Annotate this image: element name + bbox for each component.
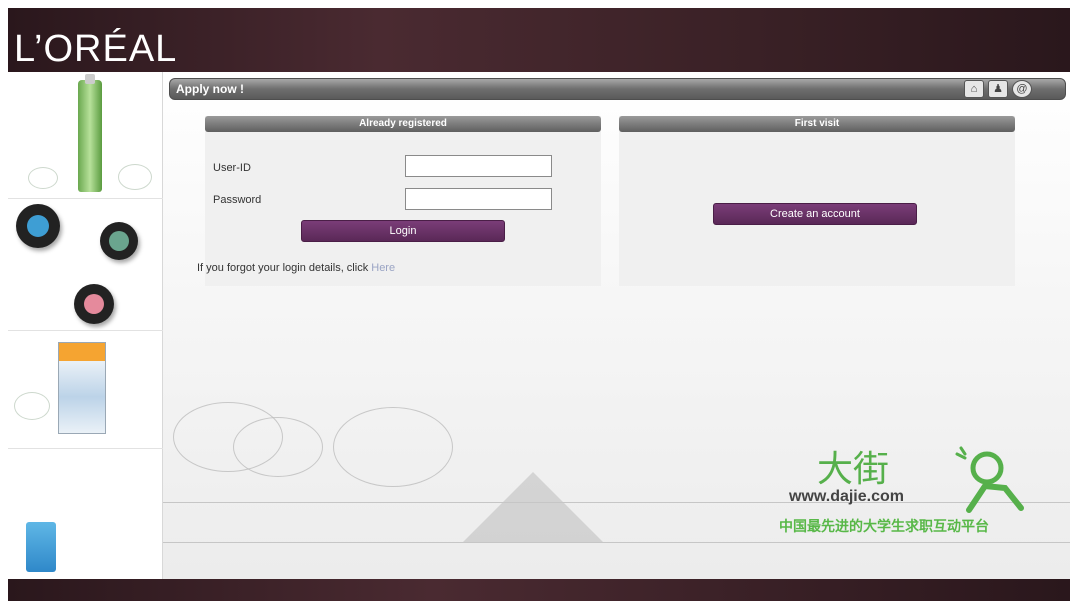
watermark-url: www.dajie.com (789, 488, 904, 505)
sketch-decoration (118, 164, 152, 190)
user-id-label: User-ID (213, 162, 251, 174)
at-icon[interactable]: @ (1012, 80, 1032, 98)
create-account-button[interactable]: Create an account (713, 203, 917, 225)
password-input[interactable] (405, 188, 552, 210)
sidebar-divider (8, 198, 163, 199)
already-registered-panel: Already registered User-ID Password Logi… (197, 116, 601, 286)
home-icon[interactable]: ⌂ (964, 80, 984, 98)
green-eyeshadow-image (100, 222, 138, 260)
product-sidebar (8, 72, 163, 579)
user-id-input[interactable] (405, 155, 552, 177)
user-icon[interactable]: ♟ (988, 80, 1008, 98)
login-button[interactable]: Login (301, 220, 505, 242)
main-content: Apply now ! ⌂ ♟ @ Already registered Use… (163, 72, 1070, 579)
forgot-login-link[interactable]: Here (371, 262, 395, 274)
dajie-watermark: 大街 www.dajie.com 中国最先进的大学生求职互动平台 (779, 440, 1069, 550)
app-frame: L’ORÉAL Apply now ! ⌂ ♟ @ Already regist… (0, 0, 1071, 601)
watermark-cn-title: 大街 (817, 449, 890, 490)
sketch-decoration (28, 167, 58, 189)
password-label: Password (213, 194, 262, 206)
pink-blush-image (74, 284, 114, 324)
page-title: Apply now ! (176, 82, 244, 96)
men-expert-jar-image (58, 342, 106, 434)
cleansing-oil-bottle-image (78, 74, 102, 192)
sidebar-divider (8, 448, 163, 449)
watermark-slogan: 中国最先进的大学生求职互动平台 (779, 519, 989, 535)
perfume-bottle-image (26, 522, 56, 572)
first-visit-heading: First visit (619, 116, 1015, 132)
sketch-decoration (14, 392, 50, 420)
brand-bar: L’ORÉAL (8, 8, 1070, 72)
background-tent-sketch (463, 472, 603, 542)
forgot-login-text: If you forgot your login details, click … (197, 262, 395, 274)
background-tree-sketch (333, 407, 453, 487)
background-tree-sketch (233, 417, 323, 477)
footer-bar (8, 579, 1070, 601)
first-visit-panel: First visit Create an account (619, 116, 1015, 286)
already-registered-heading: Already registered (205, 116, 601, 132)
loreal-logo: L’ORÉAL (14, 28, 178, 70)
dajie-mascot-icon (955, 446, 1024, 513)
apply-header-bar: Apply now ! ⌂ ♟ @ (169, 78, 1066, 100)
sidebar-divider (8, 330, 163, 331)
blue-eyeshadow-image (16, 204, 60, 248)
forgot-login-label: If you forgot your login details, click (197, 262, 372, 274)
